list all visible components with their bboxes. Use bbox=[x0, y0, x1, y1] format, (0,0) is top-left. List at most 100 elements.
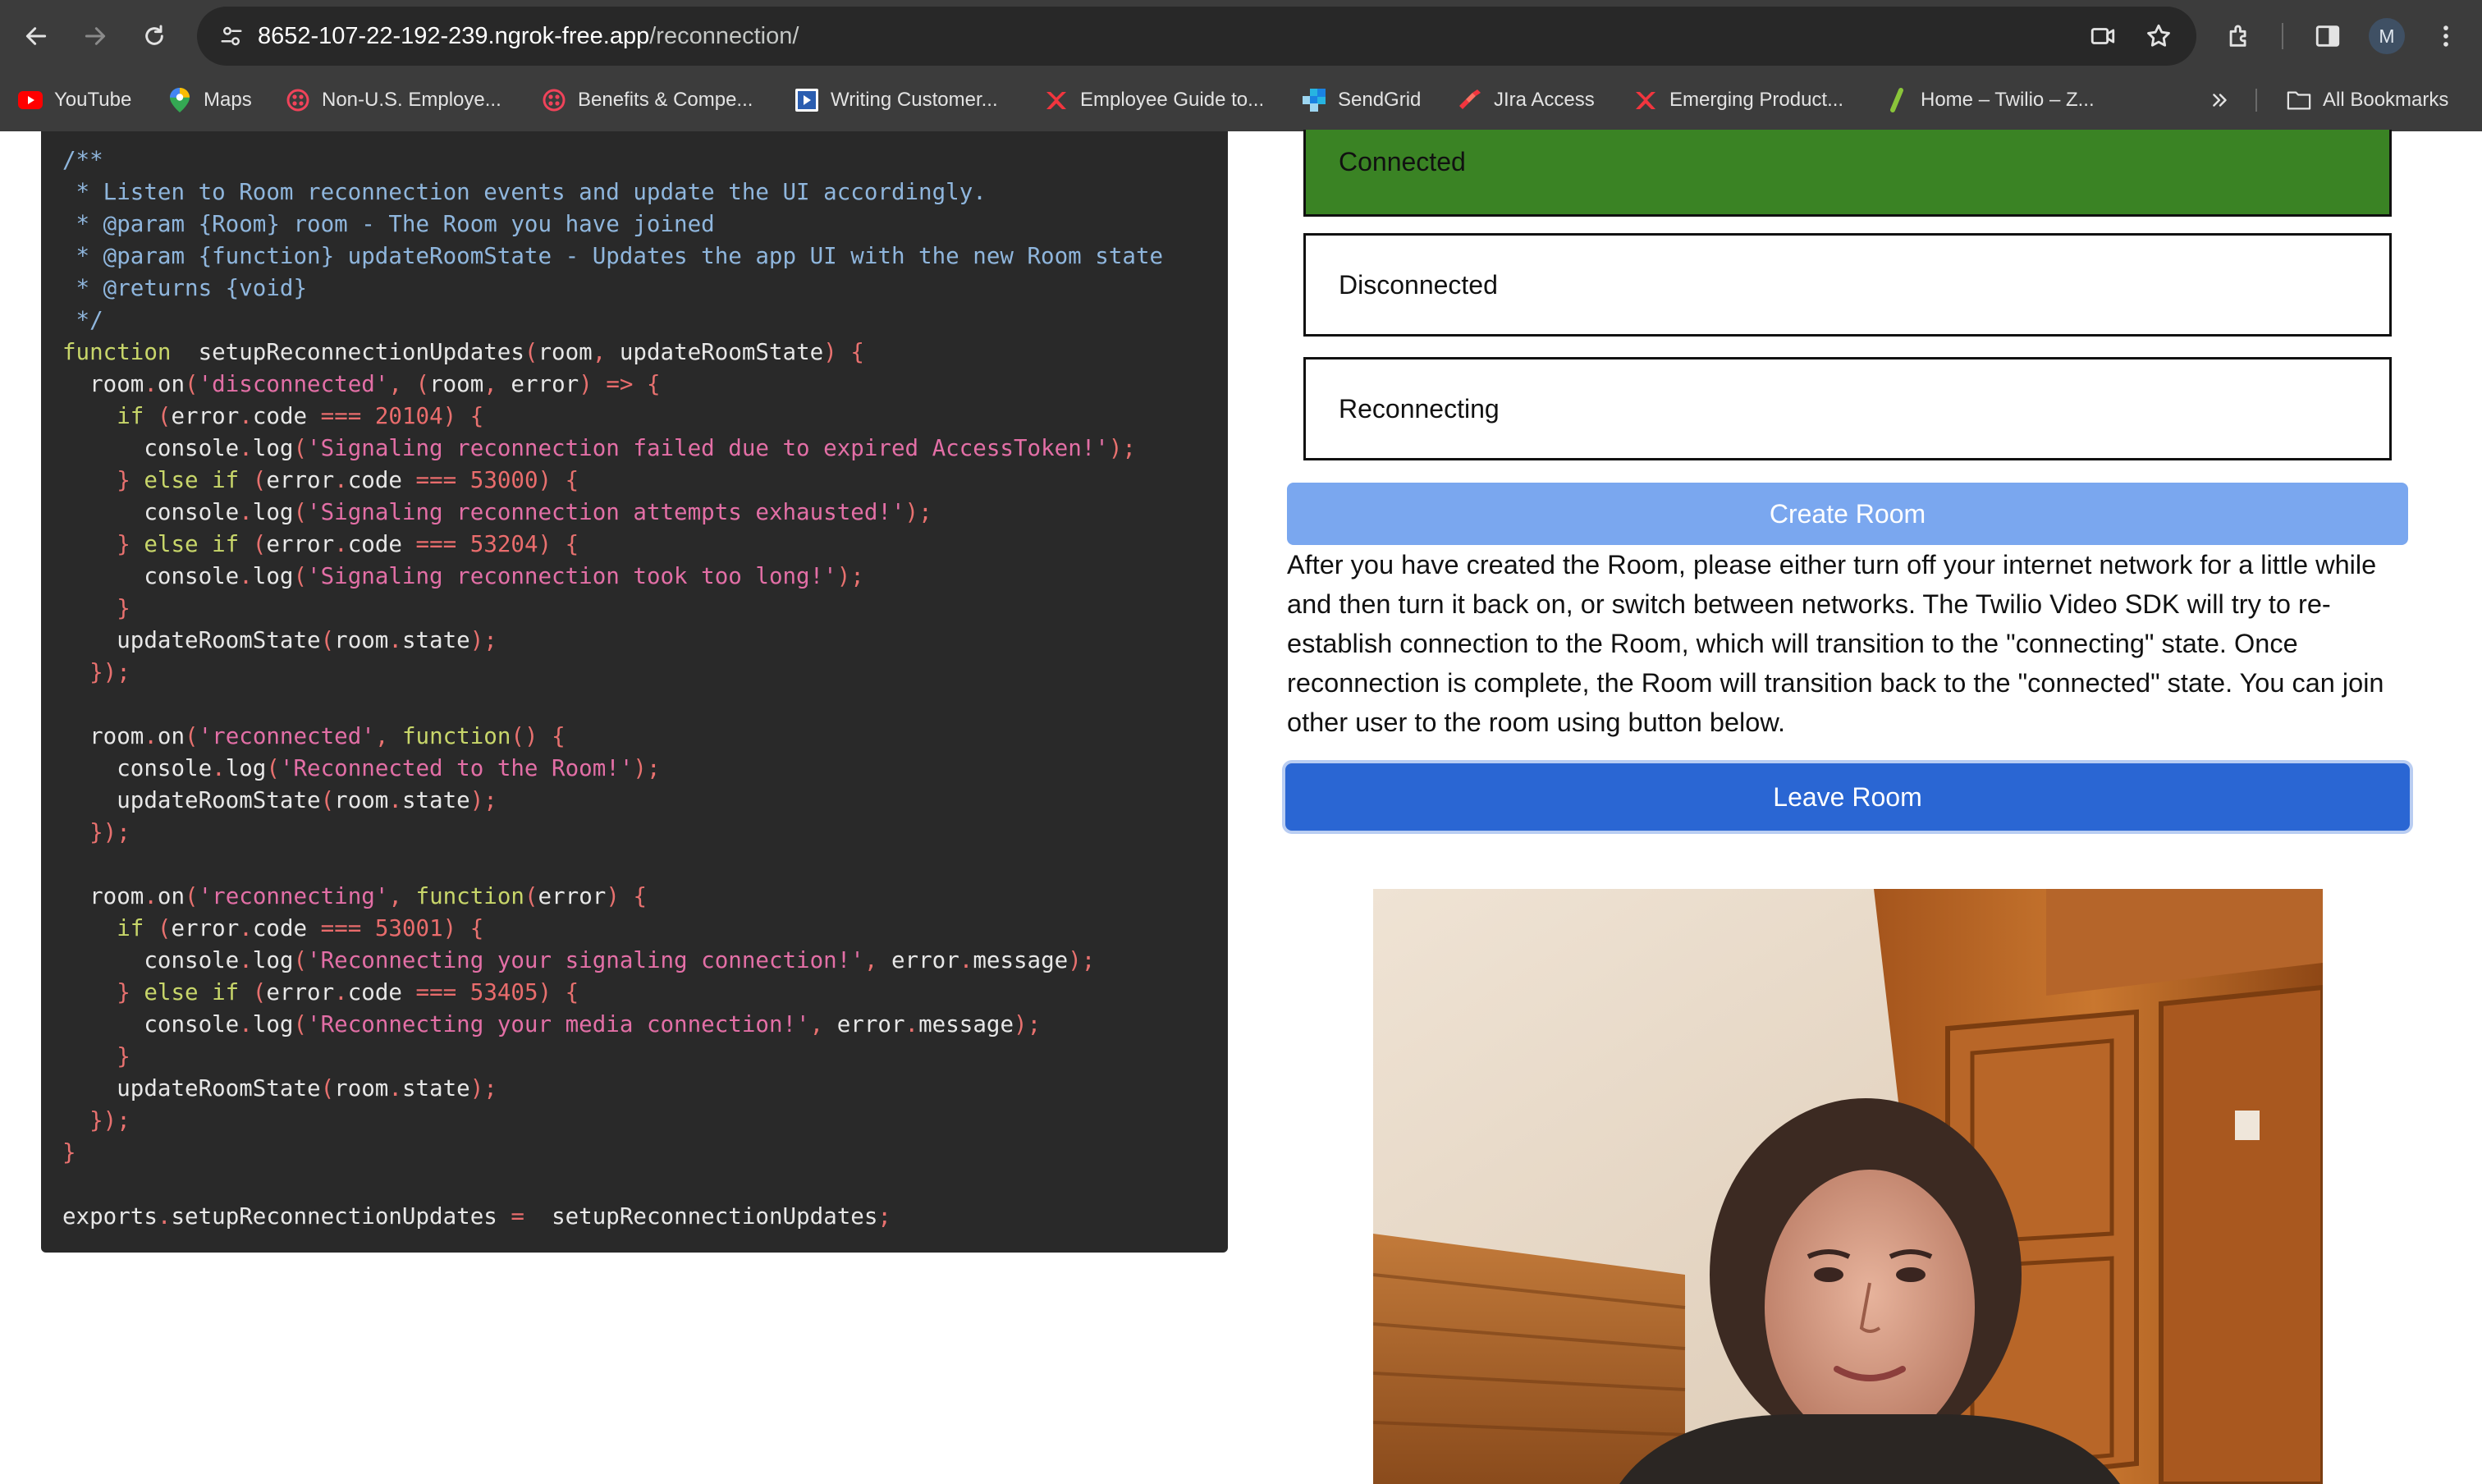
bookmark-label: YouTube bbox=[54, 89, 132, 111]
code-token: log bbox=[225, 755, 267, 781]
code-token: ( bbox=[293, 947, 308, 973]
code-token: }); bbox=[62, 819, 131, 845]
code-token: ( bbox=[320, 787, 335, 813]
code-token: } bbox=[62, 467, 144, 493]
camera-in-use-icon[interactable] bbox=[2083, 16, 2123, 56]
bookmark-maps[interactable]: Maps bbox=[167, 79, 252, 121]
code-token: room bbox=[62, 883, 144, 909]
folder-icon bbox=[2287, 88, 2311, 112]
code-token: => bbox=[606, 371, 634, 397]
bookmark-emerging-product[interactable]: Emerging Product... bbox=[1633, 79, 1843, 121]
side-panel-icon[interactable] bbox=[2305, 13, 2351, 59]
maps-icon bbox=[167, 88, 192, 112]
code-token: code bbox=[252, 915, 321, 941]
code-token: . bbox=[959, 947, 973, 973]
code-token: ( bbox=[320, 1075, 335, 1102]
state-disconnected-box: Disconnected bbox=[1303, 233, 2392, 337]
code-token: room bbox=[62, 371, 144, 397]
profile-avatar[interactable]: M bbox=[2369, 18, 2405, 54]
code-token: 'Reconnecting your media connection!' bbox=[307, 1011, 810, 1037]
local-video bbox=[1373, 889, 2323, 1484]
reload-button[interactable] bbox=[131, 13, 177, 59]
code-token: . bbox=[239, 563, 253, 589]
code-token: . bbox=[334, 531, 348, 557]
bookmark-sendgrid[interactable]: SendGrid bbox=[1302, 79, 1421, 121]
code-token: ( bbox=[144, 915, 172, 941]
code-token: exports bbox=[62, 1203, 158, 1230]
code-token: === bbox=[320, 915, 362, 941]
code-token: 'Reconnecting your signaling connection!… bbox=[307, 947, 864, 973]
code-token: error bbox=[836, 1011, 905, 1037]
code-token: ( bbox=[144, 403, 172, 429]
bookmark-label: Employee Guide to... bbox=[1080, 89, 1265, 111]
bookmark-star-icon[interactable] bbox=[2139, 16, 2178, 56]
code-token: setupReconnectionUpdates bbox=[524, 1203, 878, 1230]
code-token: updateRoomState bbox=[619, 339, 824, 365]
kebab-menu-icon[interactable] bbox=[2423, 13, 2469, 59]
code-token: . bbox=[239, 947, 253, 973]
bookmark-label: Maps bbox=[204, 89, 252, 111]
code-token: . bbox=[239, 1011, 253, 1037]
code-token: ) { bbox=[823, 339, 864, 365]
code-token: = bbox=[511, 1203, 524, 1230]
code-token: message bbox=[973, 947, 1069, 973]
code-token: . bbox=[239, 915, 253, 941]
globe-icon bbox=[286, 88, 310, 112]
bookmarks-bar: YouTube Maps Non-U.S. Employe... Benefit… bbox=[0, 79, 2482, 121]
code-token: setupReconnectionUpdates bbox=[171, 1203, 511, 1230]
extensions-icon[interactable] bbox=[2216, 13, 2262, 59]
bookmark-benefits[interactable]: Benefits & Compe... bbox=[542, 79, 753, 121]
code-token: on bbox=[157, 723, 185, 749]
code-token: ) bbox=[579, 371, 607, 397]
code-token: 'Signaling reconnection failed due to ex… bbox=[307, 435, 1109, 461]
leave-room-button[interactable]: Leave Room bbox=[1285, 763, 2410, 831]
tune-icon bbox=[221, 26, 242, 46]
code-token: error bbox=[171, 403, 240, 429]
bookmark-jira-access[interactable]: JIra Access bbox=[1458, 79, 1595, 121]
bookmark-home-twilio[interactable]: Home – Twilio – Z... bbox=[1884, 79, 2095, 121]
code-token: log bbox=[252, 1011, 294, 1037]
bookmark-employee-guide[interactable]: Employee Guide to... bbox=[1044, 79, 1264, 121]
docs-icon bbox=[795, 88, 819, 112]
code-token: error bbox=[266, 531, 335, 557]
site-info-button[interactable] bbox=[212, 16, 251, 56]
code-token: . bbox=[904, 1011, 919, 1037]
bookmark-non-us-employee[interactable]: Non-U.S. Employe... bbox=[286, 79, 501, 121]
code-token: ( bbox=[293, 435, 308, 461]
code-token: ; bbox=[877, 1203, 891, 1230]
x-logo-icon bbox=[1633, 88, 1658, 112]
code-token: else if bbox=[144, 979, 240, 1005]
code-token: ); bbox=[633, 755, 661, 781]
code-token: 'reconnected' bbox=[198, 723, 375, 749]
code-token: state bbox=[401, 1075, 470, 1102]
back-button[interactable] bbox=[13, 13, 59, 59]
code-token: . bbox=[388, 787, 402, 813]
code-token: room bbox=[62, 723, 144, 749]
code-token: console bbox=[62, 1011, 240, 1037]
code-token: . bbox=[239, 403, 253, 429]
url-text[interactable]: 8652-107-22-192-239.ngrok-free.app/recon… bbox=[258, 7, 799, 66]
code-token: ( bbox=[524, 883, 538, 909]
code-token: 20104 bbox=[361, 403, 443, 429]
all-bookmarks-button[interactable]: All Bookmarks bbox=[2287, 79, 2448, 121]
bookmark-youtube[interactable]: YouTube bbox=[18, 79, 131, 121]
bookmark-writing-customer[interactable]: Writing Customer... bbox=[795, 79, 998, 121]
code-snippet-panel: /** * Listen to Room reconnection events… bbox=[41, 131, 1228, 1253]
code-token: . bbox=[212, 755, 226, 781]
code-token: ); bbox=[904, 499, 932, 525]
code-token: updateRoomState bbox=[62, 787, 321, 813]
forward-button[interactable] bbox=[72, 13, 118, 59]
code-token: ( bbox=[185, 723, 199, 749]
code-token: * @param {Room} room - The Room you have… bbox=[62, 211, 715, 237]
create-room-button[interactable]: Create Room bbox=[1287, 483, 2408, 545]
instructions-text: After you have created the Room, please … bbox=[1287, 550, 2384, 737]
code-token: , bbox=[483, 371, 511, 397]
code-token: ( bbox=[239, 467, 267, 493]
code-token: . bbox=[334, 979, 348, 1005]
more-bookmarks-button[interactable] bbox=[2208, 79, 2244, 121]
code-token: . bbox=[144, 723, 158, 749]
bookmark-label: Writing Customer... bbox=[831, 89, 998, 111]
address-bar[interactable]: 8652-107-22-192-239.ngrok-free.app/recon… bbox=[197, 7, 2196, 66]
sendgrid-icon bbox=[1302, 88, 1326, 112]
